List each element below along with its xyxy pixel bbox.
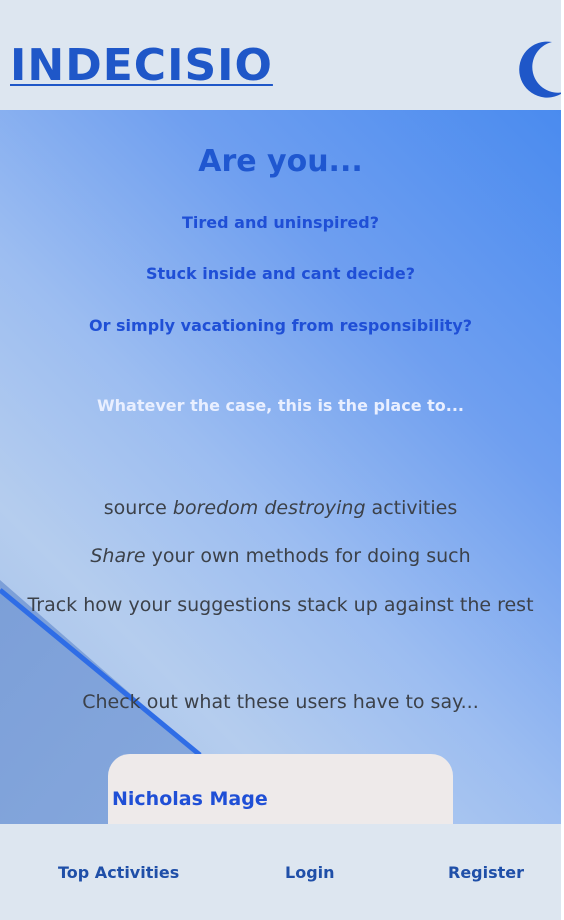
moon-icon (519, 41, 564, 98)
feature-1-pre: source (103, 497, 173, 519)
site-header: INDECISIO (0, 0, 564, 110)
feature-line-1: source boredom destroying activities (0, 497, 561, 519)
hero-question-1: Tired and uninspired? (182, 213, 379, 232)
feature-1-post: activities (365, 497, 458, 519)
nav-top-activities-link[interactable]: Top Activities (58, 863, 179, 882)
nav-register-link[interactable]: Register (448, 863, 524, 882)
theme-toggle-button[interactable] (500, 30, 564, 110)
testimonial-author-name: Nicholas Mage (112, 788, 268, 810)
hero-whatever-text: Whatever the case, this is the place to.… (96, 396, 464, 415)
feature-line-3: Track how your suggestions stack up agai… (0, 594, 561, 616)
hero-section: Are you... Tired and uninspired? Stuck i… (0, 110, 561, 824)
checkout-users-text: Check out what these users have to say..… (82, 691, 479, 713)
nav-login-link[interactable]: Login (285, 863, 335, 882)
hero-title: Are you... (198, 144, 363, 179)
hero-question-2: Stuck inside and cant decide? (146, 264, 415, 283)
testimonial-card: Nicholas Mage (108, 754, 453, 824)
bottom-nav: Top Activities Login Register (0, 824, 561, 920)
hero-question-3: Or simply vacationing from responsibilit… (88, 316, 473, 335)
feature-2-em: Share (90, 545, 146, 567)
feature-1-em: boredom destroying (172, 497, 366, 519)
feature-3-pre: Track how your suggestions stack up agai… (27, 594, 534, 616)
feature-line-2: Share your own methods for doing such (0, 545, 561, 567)
site-logo[interactable]: INDECISIO (10, 44, 273, 88)
feature-2-post: your own methods for doing such (145, 545, 471, 567)
